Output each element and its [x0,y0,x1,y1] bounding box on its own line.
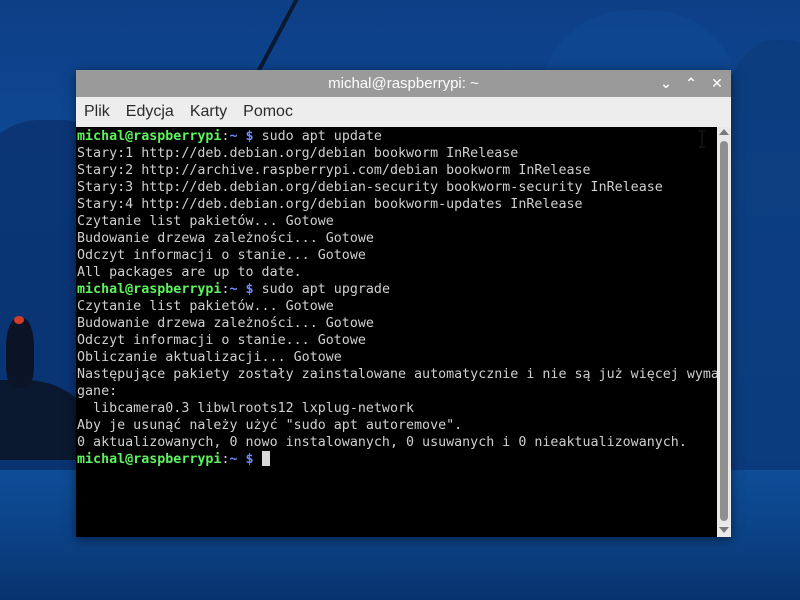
window-titlebar[interactable]: michal@raspberrypi: ~ ⌄ ⌃ ✕ [76,70,731,97]
prompt-line: michal@raspberrypi:~ $ sudo apt upgrade [77,281,717,298]
chevron-down-icon: ⌄ [660,75,672,92]
output-line: Odczyt informacji o stanie... Gotowe [77,333,366,348]
output-line: libcamera0.3 libwlroots12 lxplug-network [77,401,415,416]
maximize-button[interactable]: ⌃ [679,70,703,97]
text-cursor-icon [699,130,705,148]
command-text: sudo apt upgrade [253,282,390,297]
terminal-window[interactable]: michal@raspberrypi: ~ ⌄ ⌃ ✕ Plik Edycja … [76,70,731,537]
scrollbar-thumb[interactable] [720,141,728,521]
prompt-line: michal@raspberrypi:~ $ [77,451,717,468]
output-line: All packages are up to date. [77,265,302,280]
output-line: 0 aktualizowanych, 0 nowo instalowanych,… [77,435,687,450]
prompt-user-host: michal@raspberrypi [77,282,222,297]
scroll-up-icon[interactable] [719,129,729,135]
output-line: gane: [77,384,118,399]
output-line: Czytanie list pakietów... Gotowe [77,214,334,229]
prompt-dollar: $ [237,452,254,467]
menu-item-edycja[interactable]: Edycja [118,97,182,127]
menu-item-karty[interactable]: Karty [182,97,235,127]
window-title: michal@raspberrypi: ~ [328,75,479,92]
output-line: Następujące pakiety zostały zainstalowan… [77,367,717,382]
menu-item-pomoc[interactable]: Pomoc [235,97,301,127]
menu-bar: Plik Edycja Karty Pomoc [76,97,731,128]
prompt-user-host: michal@raspberrypi [77,452,222,467]
output-line: Stary:2 http://archive.raspberrypi.com/d… [77,163,591,178]
output-line: Budowanie drzewa zależności... Gotowe [77,231,374,246]
terminal-cursor [261,451,270,466]
command-text [254,452,262,467]
scroll-down-icon[interactable] [719,527,729,533]
wallpaper-bird [6,318,34,388]
wallpaper-bird-beak [14,316,24,324]
chevron-up-icon: ⌃ [685,75,697,92]
terminal-output[interactable]: michal@raspberrypi:~ $ sudo apt update St… [76,127,717,537]
prompt-dollar: $ [237,282,254,297]
output-line: Odczyt informacji o stanie... Gotowe [77,248,366,263]
menu-item-plik[interactable]: Plik [76,97,118,127]
output-line: Obliczanie aktualizacji... Gotowe [77,350,342,365]
prompt-path: ~ [229,452,238,467]
prompt-path: ~ [229,129,238,144]
close-button[interactable]: ✕ [705,70,729,97]
close-icon: ✕ [711,75,723,92]
vertical-scrollbar[interactable] [717,127,731,537]
output-line: Aby je usunąć należy użyć "sudo apt auto… [77,418,463,433]
prompt-line: michal@raspberrypi:~ $ sudo apt update [77,128,717,145]
prompt-path: ~ [229,282,238,297]
terminal-lines: michal@raspberrypi:~ $ sudo apt update St… [77,128,717,468]
output-line: Budowanie drzewa zależności... Gotowe [77,316,374,331]
output-line: Stary:3 http://deb.debian.org/debian-sec… [77,180,663,195]
command-text: sudo apt update [253,129,382,144]
output-line: Stary:4 http://deb.debian.org/debian boo… [77,197,583,212]
output-line: Stary:1 http://deb.debian.org/debian boo… [77,146,519,161]
output-line: Czytanie list pakietów... Gotowe [77,299,334,314]
minimize-button[interactable]: ⌄ [654,70,678,97]
prompt-user-host: michal@raspberrypi [77,129,222,144]
prompt-dollar: $ [237,129,254,144]
